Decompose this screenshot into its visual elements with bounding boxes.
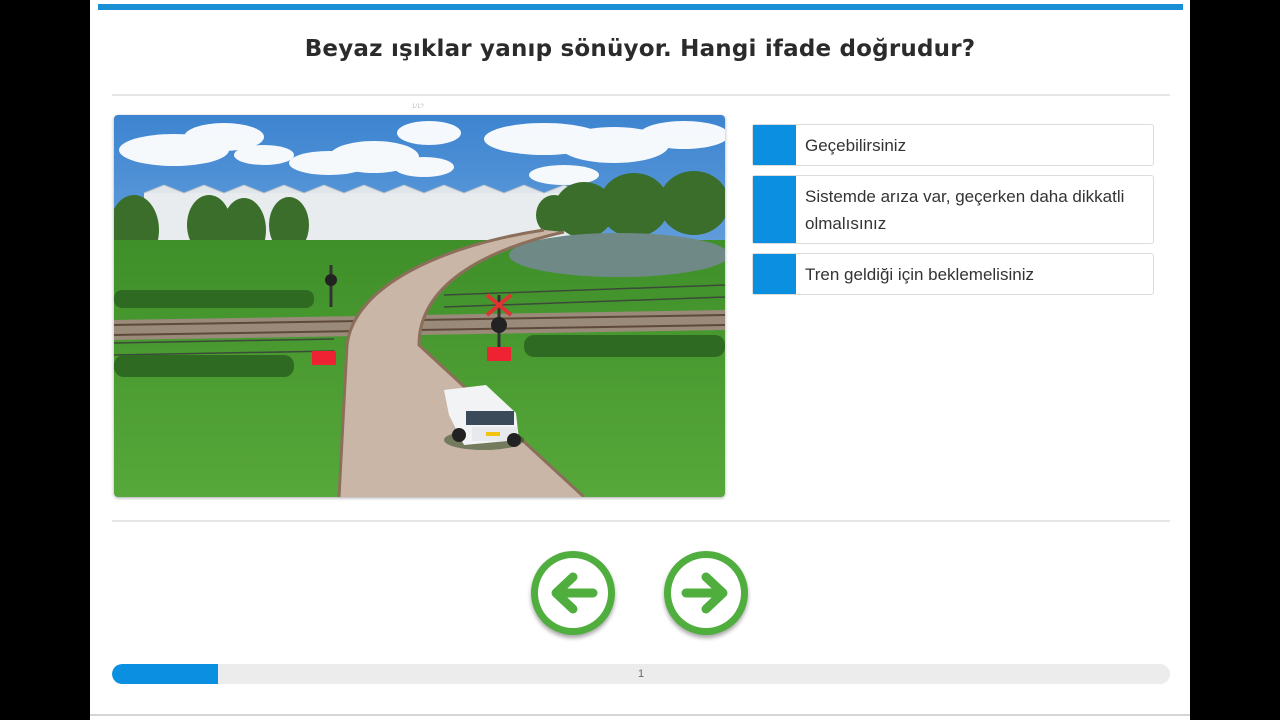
arrow-right-icon xyxy=(681,572,728,614)
answer-option-1[interactable]: Geçebilirsiniz xyxy=(752,124,1154,166)
railway-crossing-scene-image xyxy=(114,115,725,497)
answer-option-3[interactable]: Tren geldiği için beklemelisiniz xyxy=(752,253,1154,295)
answer-label: Tren geldiği için beklemelisiniz xyxy=(805,265,1034,284)
progress-bar: 1 xyxy=(112,664,1170,684)
answer-checkbox[interactable] xyxy=(753,254,796,294)
answer-label: Geçebilirsiniz xyxy=(805,136,907,155)
bottom-border xyxy=(90,714,1190,716)
next-button[interactable] xyxy=(664,551,748,635)
divider-top xyxy=(112,94,1170,96)
question-image xyxy=(114,115,725,497)
answer-checkbox[interactable] xyxy=(753,176,796,243)
quiz-panel: Beyaz ışıklar yanıp sönüyor. Hangi ifade… xyxy=(90,0,1190,720)
top-accent-bar xyxy=(98,4,1183,10)
divider-bottom xyxy=(112,520,1170,522)
answer-label: Sistemde arıza var, geçerken daha dikkat… xyxy=(805,187,1125,233)
image-watermark: 1/1? xyxy=(412,104,424,110)
answer-option-2[interactable]: Sistemde arıza var, geçerken daha dikkat… xyxy=(752,175,1154,244)
arrow-left-icon xyxy=(551,572,598,614)
progress-number: 1 xyxy=(637,668,645,680)
previous-button[interactable] xyxy=(531,551,615,635)
answer-checkbox[interactable] xyxy=(753,125,796,165)
question-title: Beyaz ışıklar yanıp sönüyor. Hangi ifade… xyxy=(304,36,976,62)
answer-list: Geçebilirsiniz Sistemde arıza var, geçer… xyxy=(752,124,1154,304)
